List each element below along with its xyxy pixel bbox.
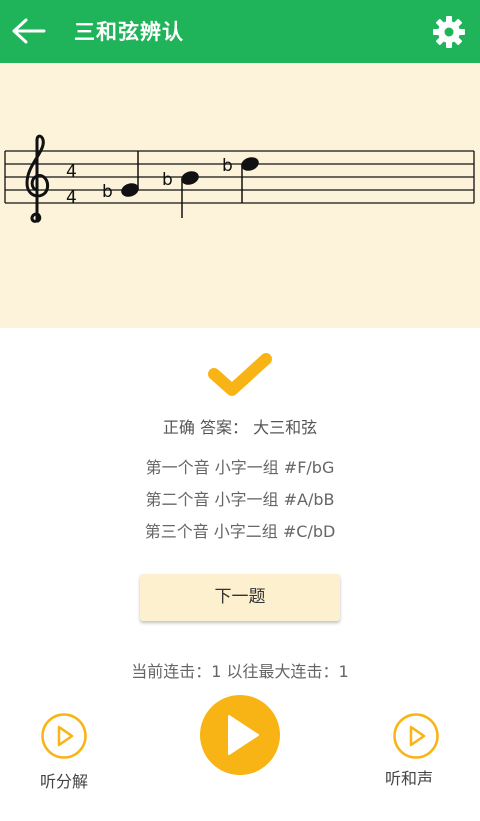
streak-text: 当前连击：1 以往最大连击：1 bbox=[131, 662, 349, 681]
time-signature-bottom: 4 bbox=[66, 188, 77, 208]
music-staff: 4 4 b b b bbox=[4, 134, 475, 223]
play-outline-icon bbox=[41, 713, 87, 759]
flat-sign: b bbox=[222, 156, 233, 176]
back-button[interactable] bbox=[8, 12, 50, 50]
treble-clef-icon bbox=[25, 134, 50, 223]
app-bar: 三和弦辨认 bbox=[0, 0, 480, 63]
gear-icon bbox=[433, 16, 465, 48]
listen-arpeggio-button[interactable] bbox=[40, 712, 88, 760]
page-title: 三和弦辨认 bbox=[74, 20, 184, 44]
next-question-button[interactable]: 下一题 bbox=[140, 574, 340, 621]
note-line-3: 第三个音 小字二组 #C/bD bbox=[144, 522, 336, 541]
checkmark-icon bbox=[208, 353, 272, 396]
flat-sign: b bbox=[102, 182, 113, 202]
listen-harmony-label: 听和声 bbox=[385, 769, 434, 788]
listen-harmony-button[interactable] bbox=[392, 712, 440, 760]
flat-sign: b bbox=[162, 170, 173, 190]
note-line-1: 第一个音 小字一组 #F/bG bbox=[145, 458, 335, 477]
listen-arpeggio-label: 听分解 bbox=[40, 772, 89, 791]
answer-text: 正确 答案： 大三和弦 bbox=[162, 418, 318, 437]
play-button[interactable] bbox=[200, 695, 280, 775]
settings-button[interactable] bbox=[430, 13, 468, 51]
play-icon bbox=[200, 695, 280, 775]
staff-area: 4 4 b b b bbox=[0, 63, 480, 328]
time-signature-top: 4 bbox=[66, 162, 77, 182]
note-line-2: 第二个音 小字一组 #A/bB bbox=[145, 490, 335, 509]
play-outline-icon bbox=[393, 713, 439, 759]
back-arrow-icon bbox=[12, 18, 46, 44]
